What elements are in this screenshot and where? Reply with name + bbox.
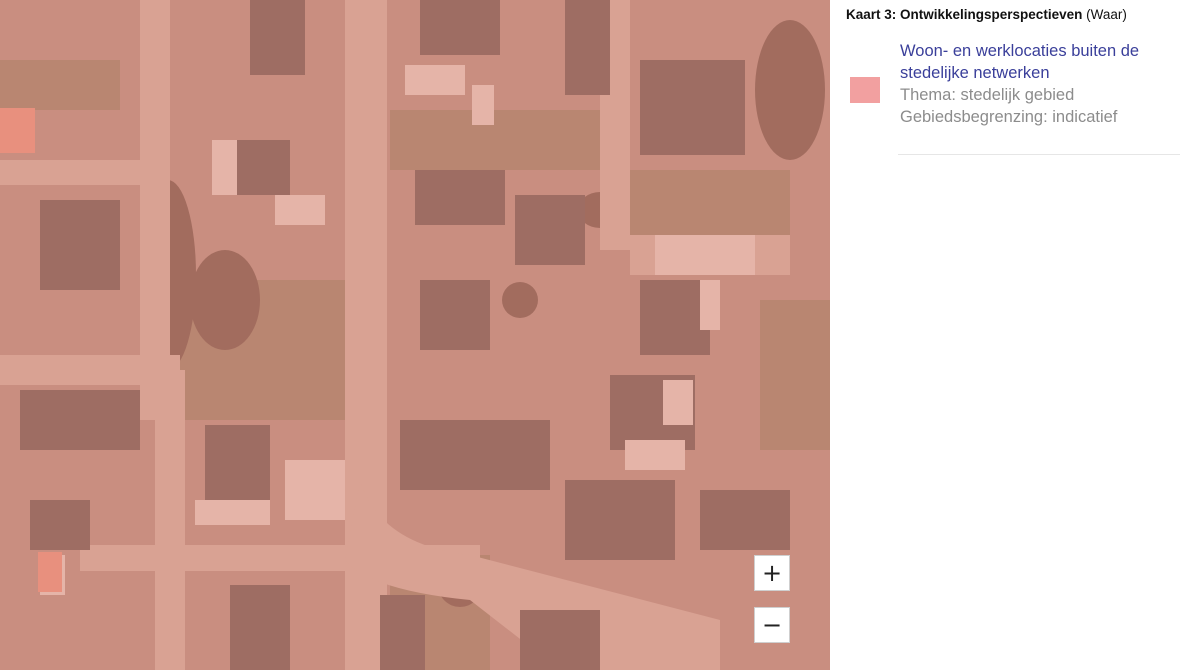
zoom-out-button[interactable]: − bbox=[754, 607, 790, 643]
aerial-photo bbox=[0, 0, 830, 670]
zoom-in-button[interactable]: + bbox=[754, 555, 790, 591]
legend-title: Kaart 3: Ontwikkelingsperspectieven (Waa… bbox=[846, 7, 1127, 22]
legend-entry-boundary: Gebiedsbegrenzing: indicatief bbox=[900, 108, 1118, 126]
map-viewport[interactable]: + − bbox=[0, 0, 830, 670]
legend-swatch bbox=[850, 77, 880, 103]
legend-title-suffix: (Waar) bbox=[1086, 7, 1127, 22]
legend-divider bbox=[898, 154, 1180, 155]
legend-entry[interactable]: Woon- en werklocaties buiten de stedelij… bbox=[900, 40, 1170, 128]
legend-panel: Kaart 3: Ontwikkelingsperspectieven (Waa… bbox=[830, 0, 1180, 670]
legend-entry-theme: Thema: stedelijk gebied bbox=[900, 86, 1075, 104]
legend-entry-title[interactable]: Woon- en werklocaties buiten de stedelij… bbox=[900, 40, 1170, 84]
legend-title-main: Kaart 3: Ontwikkelingsperspectieven bbox=[846, 7, 1083, 22]
